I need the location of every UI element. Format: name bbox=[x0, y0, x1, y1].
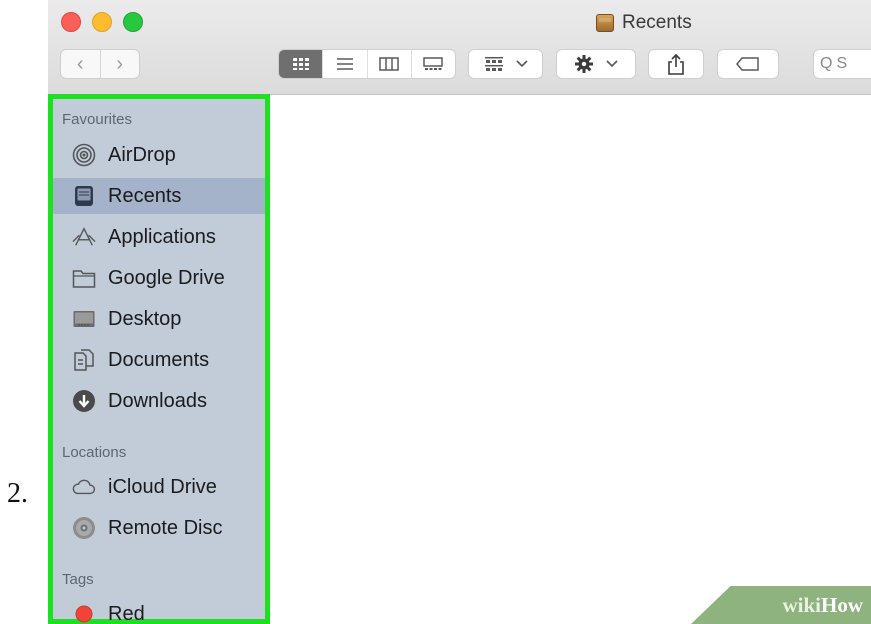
sidebar-item-label: Applications bbox=[108, 225, 216, 248]
group-icon bbox=[484, 57, 503, 71]
chevron-down-icon bbox=[606, 60, 618, 68]
share-button[interactable] bbox=[648, 49, 704, 79]
gallery-view-icon bbox=[423, 57, 444, 70]
title-bar: Recents ‹ › Q S bbox=[48, 0, 871, 95]
sidebar-item-label: Desktop bbox=[108, 307, 182, 330]
tag-icon bbox=[736, 57, 759, 71]
action-menu-button[interactable] bbox=[556, 49, 636, 79]
search-icon: Q bbox=[820, 55, 833, 72]
gallery-view-button[interactable] bbox=[410, 50, 455, 78]
finder-window: Recents ‹ › Q S Favourites AirDrop Recen… bbox=[48, 0, 871, 624]
step-number: 2. bbox=[7, 478, 28, 509]
recents-icon bbox=[596, 14, 614, 32]
applications-icon bbox=[72, 225, 96, 249]
window-title-text: Recents bbox=[622, 12, 692, 33]
file-browser-content[interactable] bbox=[270, 95, 871, 624]
group-by-button[interactable] bbox=[468, 49, 543, 79]
window-title: Recents bbox=[596, 10, 692, 36]
list-view-icon bbox=[336, 58, 353, 70]
share-icon bbox=[668, 53, 684, 75]
forward-button[interactable]: › bbox=[99, 50, 140, 78]
edit-tags-button[interactable] bbox=[717, 49, 779, 79]
airdrop-icon bbox=[72, 143, 96, 167]
icon-view-button[interactable] bbox=[279, 50, 323, 78]
list-view-button[interactable] bbox=[322, 50, 366, 78]
column-view-button[interactable] bbox=[366, 50, 411, 78]
sidebar-item-applications[interactable]: Applications bbox=[53, 219, 265, 255]
sidebar-heading-locations: Locations bbox=[62, 444, 127, 461]
downloads-icon bbox=[72, 389, 96, 413]
chevron-down-icon bbox=[515, 60, 528, 68]
view-mode-control bbox=[278, 49, 456, 79]
minimize-window-button[interactable] bbox=[92, 12, 112, 32]
sidebar-item-google-drive[interactable]: Google Drive bbox=[53, 260, 265, 296]
sidebar-item-label: iCloud Drive bbox=[108, 475, 217, 498]
sidebar-item-desktop[interactable]: Desktop bbox=[53, 301, 265, 337]
sidebar-item-recents[interactable]: Recents bbox=[53, 178, 265, 214]
recents-icon bbox=[72, 184, 96, 208]
desktop-icon bbox=[72, 307, 96, 331]
sidebar-item-airdrop[interactable]: AirDrop bbox=[53, 137, 265, 173]
back-button[interactable]: ‹ bbox=[61, 50, 100, 78]
folder-icon bbox=[72, 266, 96, 290]
gear-icon bbox=[575, 55, 593, 73]
sidebar-heading-favourites: Favourites bbox=[62, 111, 133, 128]
sidebar: Favourites AirDrop Recents Applications … bbox=[48, 94, 270, 624]
sidebar-item-label: AirDrop bbox=[108, 143, 176, 166]
cloud-icon bbox=[72, 475, 96, 499]
sidebar-item-tag-red[interactable]: Red bbox=[53, 596, 265, 624]
watermark-wiki: wiki bbox=[782, 592, 821, 617]
sidebar-item-label: Downloads bbox=[108, 389, 207, 412]
sidebar-item-label: Google Drive bbox=[108, 266, 225, 289]
sidebar-item-downloads[interactable]: Downloads bbox=[53, 383, 265, 419]
close-window-button[interactable] bbox=[61, 12, 81, 32]
sidebar-item-documents[interactable]: Documents bbox=[53, 342, 265, 378]
maximize-window-button[interactable] bbox=[123, 12, 143, 32]
red-tag-icon bbox=[72, 602, 96, 624]
documents-icon bbox=[72, 348, 96, 372]
column-view-icon bbox=[379, 57, 399, 71]
search-placeholder: S bbox=[836, 55, 848, 72]
sidebar-item-label: Remote Disc bbox=[108, 516, 223, 539]
sidebar-item-label: Documents bbox=[108, 348, 210, 371]
sidebar-item-remote-disc[interactable]: Remote Disc bbox=[53, 510, 265, 546]
icon-view-icon bbox=[292, 58, 309, 70]
navigation-buttons: ‹ › bbox=[60, 49, 140, 79]
sidebar-heading-tags: Tags bbox=[62, 571, 94, 588]
sidebar-item-icloud-drive[interactable]: iCloud Drive bbox=[53, 469, 265, 505]
sidebar-item-label: Recents bbox=[108, 184, 182, 207]
disc-icon bbox=[72, 516, 96, 540]
watermark-how: How bbox=[821, 592, 863, 617]
search-field[interactable]: Q S bbox=[813, 49, 871, 79]
sidebar-item-label: Red bbox=[108, 602, 145, 624]
